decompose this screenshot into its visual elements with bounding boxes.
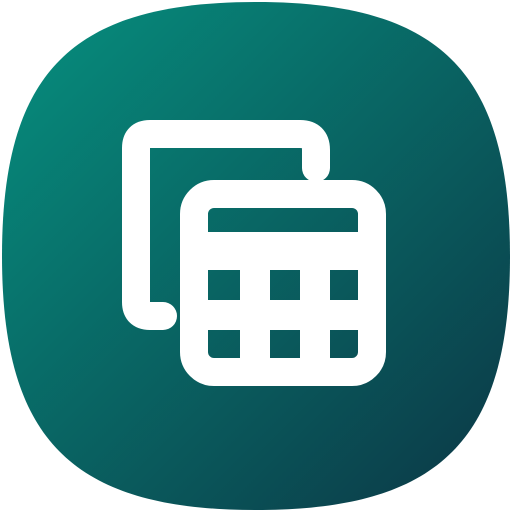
keypad-col-divider-1 — [240, 256, 270, 370]
keypad-row-divider-1 — [196, 256, 370, 270]
app-icon-canvas — [0, 0, 512, 512]
keypad-col-divider-2 — [300, 256, 330, 370]
keypad-row-divider-2 — [196, 300, 370, 330]
calculator-app-icon[interactable] — [0, 0, 512, 512]
